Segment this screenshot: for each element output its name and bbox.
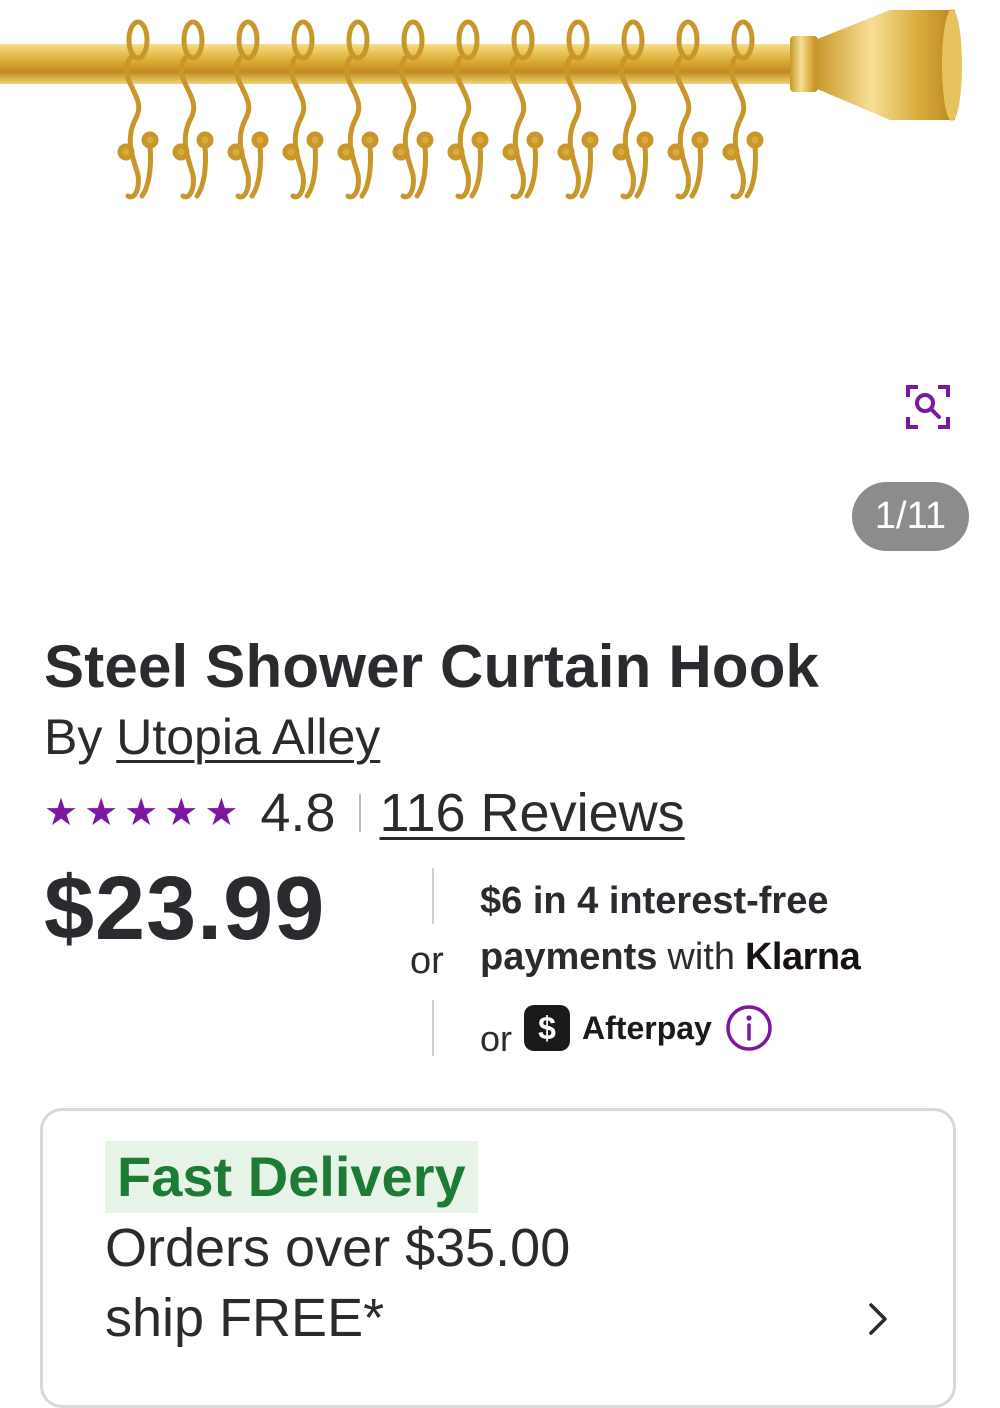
or-label-afterpay: or — [480, 1018, 513, 1059]
klarna-line[interactable]: payments with Klarna — [480, 936, 861, 979]
cashapp-icon: $ — [524, 1005, 571, 1051]
payments-word: payments — [480, 936, 658, 978]
info-icon — [726, 1005, 772, 1051]
star-icon: ★ — [124, 792, 159, 834]
fast-delivery-badge: Fast Delivery — [105, 1141, 478, 1213]
delivery-description: Orders over $35.00 ship FREE* — [105, 1213, 570, 1353]
by-prefix: By — [44, 709, 117, 765]
payment-divider-top — [432, 868, 434, 924]
rating-row: ★ ★ ★ ★ ★ 4.8 116 Reviews — [44, 778, 685, 848]
brand-link[interactable]: Utopia Alley — [116, 709, 380, 765]
zoom-button[interactable] — [900, 381, 956, 433]
or-label: or — [410, 940, 444, 982]
image-counter-badge: 1/11 — [852, 482, 969, 551]
delivery-line-1: Orders over $35.00 — [105, 1218, 571, 1278]
delivery-line-2: ship FREE* — [105, 1288, 385, 1348]
payment-info-button[interactable] — [724, 1003, 774, 1053]
product-price: $23.99 — [44, 859, 326, 959]
reviews-link[interactable]: 116 Reviews — [379, 782, 684, 844]
afterpay-logo: Afterpay — [582, 1009, 712, 1046]
chevron-right-icon — [869, 1303, 887, 1335]
star-icon: ★ — [204, 792, 239, 834]
delivery-card[interactable]: Fast Delivery Orders over $35.00 ship FR… — [40, 1108, 956, 1408]
rating-divider — [359, 794, 362, 832]
star-icon: ★ — [84, 792, 119, 834]
with-word: with — [667, 936, 735, 978]
product-title: Steel Shower Curtain Hook — [44, 633, 820, 700]
klarna-logo: Klarna — [744, 936, 861, 978]
product-image[interactable] — [0, 0, 1000, 240]
star-icon: ★ — [44, 792, 79, 834]
star-icon: ★ — [164, 792, 199, 834]
brand-byline: By Utopia Alley — [44, 708, 380, 766]
afterpay-line: or $ Afterpay — [480, 1000, 774, 1059]
zoom-search-icon — [906, 385, 950, 429]
installments-text: $6 in 4 interest-free — [480, 880, 829, 922]
payment-divider-bottom — [432, 1000, 434, 1056]
rating-value: 4.8 — [260, 783, 336, 843]
rating-stars: ★ ★ ★ ★ ★ — [44, 794, 238, 832]
